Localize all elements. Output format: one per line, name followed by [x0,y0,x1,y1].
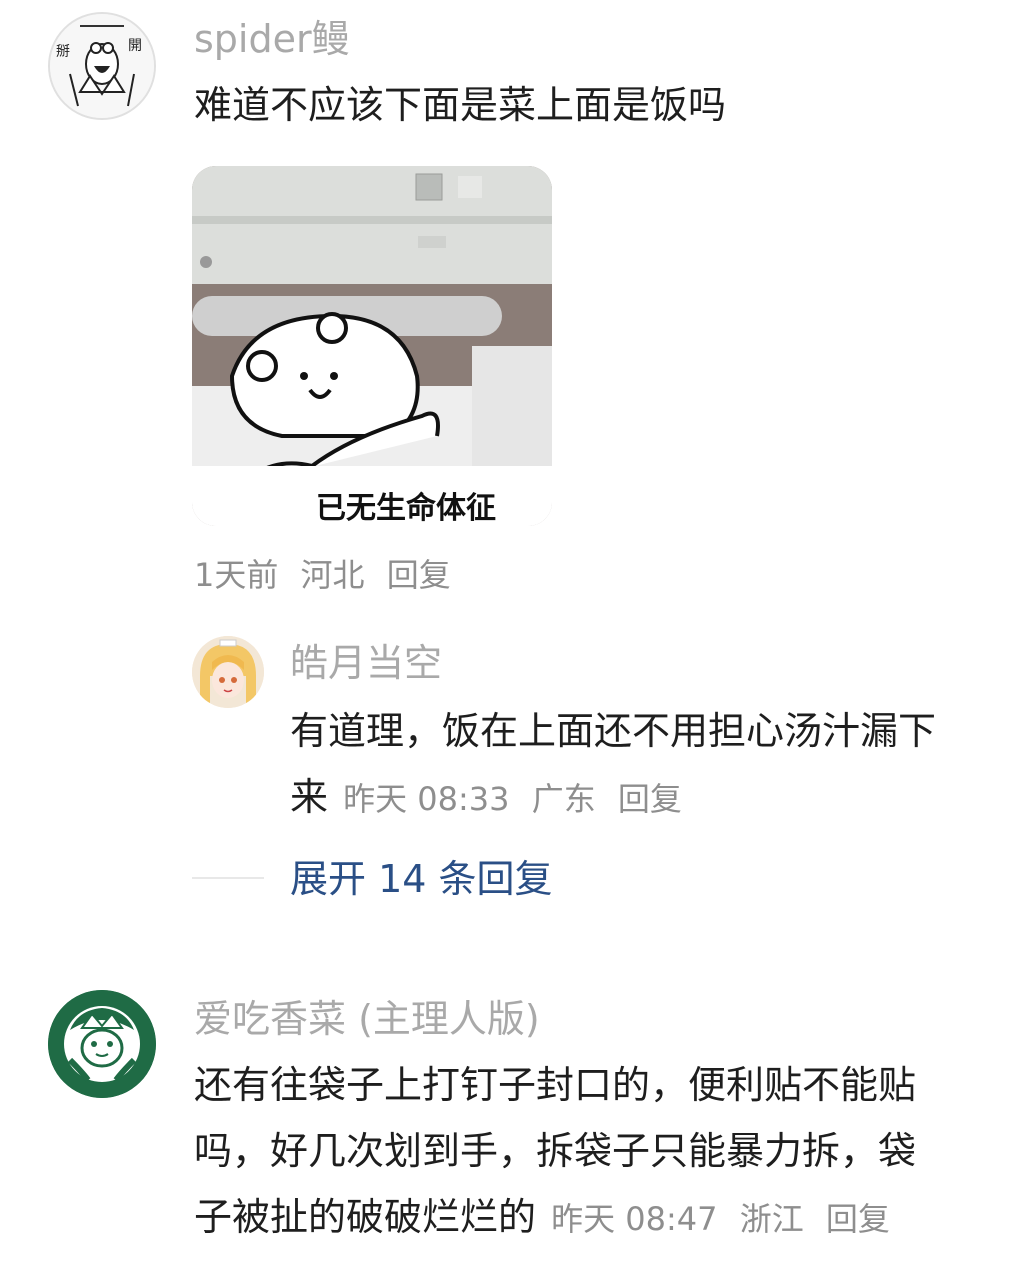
comment-meta: 昨天 08:47 浙江 回复 [551,1200,902,1238]
sticker-caption: 已无生命体征 [316,491,496,526]
reply-button[interactable]: 回复 [826,1200,890,1238]
reply-text-line1: 有道理，饭在上面还不用担心汤汁漏下 [290,709,937,753]
avatar-text-left: 掰 [56,44,70,60]
comment-time: 1天前 [194,556,279,594]
comment-text-line2: 吗，好几次划到手，拆袋子只能暴力拆，袋 [194,1129,917,1173]
reply-avatar[interactable] [192,636,264,708]
comment-location: 河北 [300,556,365,594]
comment-text: 难道不应该下面是菜上面是饭吗 [194,83,727,127]
comment-text-line1: 还有往袋子上打钉子封口的，便利贴不能贴 [194,1063,917,1107]
reply-username[interactable]: 皓月当空 [290,640,442,686]
cartoon-face-icon: 掰 開 [50,14,154,118]
reply-location: 广东 [531,780,596,818]
comment-text-line3: 子被扯的破破烂烂的 [194,1195,537,1239]
user-avatar[interactable] [48,990,156,1098]
reply-time: 昨天 08:33 [343,780,510,818]
reply-line2: 来 昨天 08:33 广东 回复 [290,768,694,826]
reply-text-line2: 来 [290,775,329,819]
reply-reply-button[interactable]: 回复 [618,780,682,818]
reply-meta: 昨天 08:33 广东 回复 [343,780,694,818]
expand-divider [192,877,264,879]
bear-in-hospital-bed-icon: 已无生命体征 [192,166,552,526]
comment-line3: 子被扯的破破烂烂的 昨天 08:47 浙江 回复 [194,1188,902,1246]
comment-time: 昨天 08:47 [551,1200,718,1238]
comment-username[interactable]: 爱吃香菜 (主理人版) [194,996,540,1042]
reply-button[interactable]: 回复 [387,556,451,594]
expand-replies-link[interactable]: 展开 14 条回复 [290,856,553,902]
sticker-image[interactable]: 已无生命体征 [192,166,552,526]
starbucks-style-icon [48,990,156,1098]
comment-meta: 1天前 河北 回复 [194,550,463,596]
user-avatar[interactable]: 掰 開 [48,12,156,120]
comment-username[interactable]: spider鳗 [194,16,350,62]
anime-girl-icon [192,636,264,708]
comment-location: 浙江 [739,1200,804,1238]
avatar-text-right: 開 [128,38,142,54]
